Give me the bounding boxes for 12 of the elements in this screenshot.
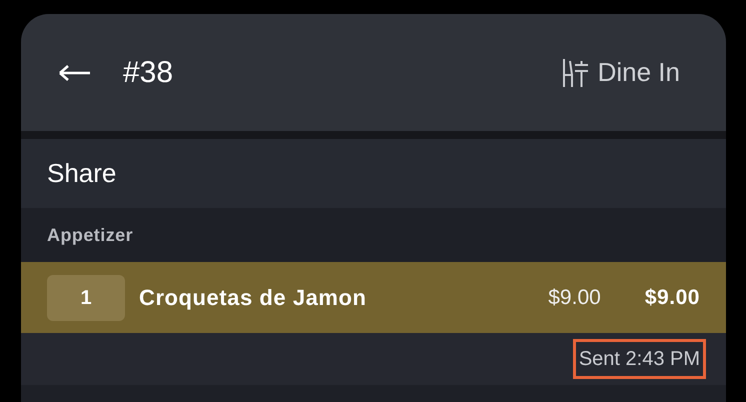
order-number: #38	[123, 55, 174, 91]
back-arrow-icon[interactable]	[58, 64, 92, 82]
order-item-row[interactable]: 1 Croquetas de Jamon $9.00 $9.00	[21, 262, 726, 333]
category-label: Appetizer	[47, 224, 134, 247]
order-type: Dine In	[598, 56, 680, 89]
section-title: Share	[47, 157, 116, 190]
table-chair-icon	[560, 56, 589, 88]
item-name: Croquetas de Jamon	[139, 284, 367, 312]
unit-price: $9.00	[548, 284, 601, 311]
sent-time: Sent 2:43 PM	[572, 339, 706, 379]
line-total: $9.00	[644, 284, 700, 311]
quantity-badge: 1	[47, 274, 125, 320]
